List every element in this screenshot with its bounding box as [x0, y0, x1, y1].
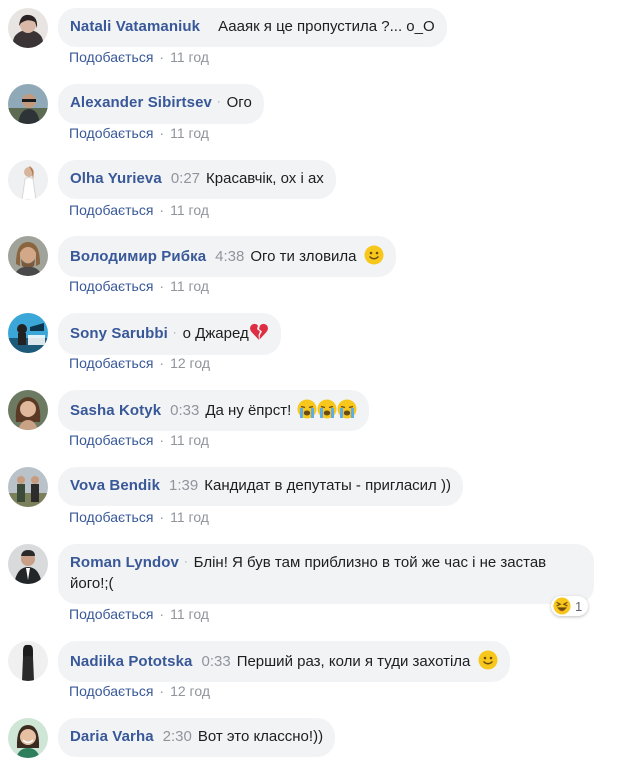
avatar[interactable] — [8, 8, 48, 48]
video-timestamp[interactable]: 2:30 — [163, 728, 192, 745]
comment-text: Кандидат в депутаты - пригласил )) — [204, 477, 451, 494]
crying-emoji-icon — [297, 399, 317, 419]
comment-age[interactable]: 11 год — [170, 606, 209, 622]
comment-meta: Подобається · 11 год — [69, 202, 209, 218]
avatar[interactable] — [8, 236, 48, 276]
comment-text: Ого ти зловила — [250, 248, 357, 265]
comment-meta: Подобається · 11 год — [69, 432, 209, 448]
like-link[interactable]: Подобається — [69, 606, 153, 622]
avatar[interactable] — [8, 390, 48, 430]
comment-author[interactable]: Vova Bendik — [70, 477, 160, 494]
comment-author[interactable]: Natali Vatamaniuk — [70, 18, 200, 35]
comment-author[interactable]: Alexander Sibirtsev — [70, 94, 212, 111]
reaction-count: 1 — [575, 598, 583, 614]
avatar[interactable] — [8, 313, 48, 353]
comment-bubble: Nadiika Pototska 0:33 Перший раз, коли я т… — [58, 641, 510, 682]
comment-age[interactable]: 12 год — [170, 683, 210, 699]
video-timestamp[interactable]: 0:27 — [171, 170, 200, 187]
like-link[interactable]: Подобається — [69, 683, 153, 699]
like-link[interactable]: Подобається — [69, 432, 153, 448]
crying-emoji-icon — [317, 399, 337, 419]
comment-text: Вот это классно!)) — [197, 728, 324, 745]
video-timestamp[interactable]: 4:38 — [215, 248, 244, 265]
comment-meta: Подобається · 12 год — [69, 683, 211, 699]
comment-author[interactable]: Володимир Рибка — [70, 248, 206, 265]
avatar[interactable] — [8, 641, 48, 681]
comment-age[interactable]: 12 год — [170, 355, 210, 371]
comment-bubble: Alexander Sibirtsev · Ого — [58, 84, 264, 124]
separator-dot: · — [172, 327, 177, 339]
like-link[interactable]: Подобається — [69, 509, 153, 525]
comment-bubble: Vova Bendik 1:39 Кандидат в депутаты - при… — [58, 467, 463, 506]
comment-bubble: Roman Lyndov · Блін! Я був там приблизно в… — [58, 544, 594, 604]
comment-meta: Подобається · 11 год — [69, 49, 209, 65]
comment-bubble: Daria Varha 2:30 Вот это классно!)) — [58, 718, 336, 757]
comment-author[interactable]: Roman Lyndov — [70, 554, 179, 571]
crying-emoji-group — [297, 399, 357, 419]
like-link[interactable]: Подобається — [69, 125, 153, 141]
comment-age[interactable]: 11 год — [170, 278, 209, 294]
video-timestamp[interactable]: 1:39 — [169, 477, 198, 494]
comment-bubble: Sony Sarubbi · о Джаред — [58, 313, 281, 355]
comment-meta: Подобається · 11 год — [69, 509, 209, 525]
comment-age[interactable]: 11 год — [170, 202, 209, 218]
comment-author[interactable]: Sony Sarubbi — [70, 325, 168, 342]
comment-meta: Подобається · 12 год — [69, 355, 211, 371]
comment-bubble: Володимир Рибка 4:38 Ого ти зловила — [58, 236, 396, 277]
comment-thread: Natali Vatamaniuk Аааяк я це пропустила ?… — [0, 0, 631, 761]
comment-bubble: Natali Vatamaniuk Аааяк я це пропустила ?… — [58, 8, 447, 47]
comment-text: Красавчік, ох і ах — [206, 170, 324, 187]
comment-text: о Джаред — [182, 325, 249, 342]
haha-reaction-icon — [553, 597, 571, 615]
comment-bubble: Sasha Kotyk 0:33 Да ну ёпрст! — [58, 390, 370, 431]
separator-dot: · — [183, 556, 188, 568]
comment-text: Аааяк я це пропустила ?... о_О — [218, 18, 435, 35]
reaction-summary[interactable]: 1 — [551, 596, 589, 616]
avatar[interactable] — [8, 467, 48, 507]
separator-dot: · — [216, 96, 221, 108]
comment-bubble: Olha Yurieva 0:27 Красавчік, ох і ах — [58, 160, 336, 199]
comment-age[interactable]: 11 год — [170, 509, 209, 525]
avatar[interactable] — [8, 160, 48, 200]
video-timestamp[interactable]: 0:33 — [201, 653, 230, 670]
comment-author[interactable]: Nadiika Pototska — [70, 653, 192, 670]
comment-text: Да ну ёпрст! — [205, 402, 292, 419]
like-link[interactable]: Подобається — [69, 202, 153, 218]
avatar[interactable] — [8, 544, 48, 584]
like-link[interactable]: Подобається — [69, 355, 153, 371]
broken-heart-emoji-icon — [249, 323, 268, 340]
avatar[interactable] — [8, 718, 48, 758]
smile-emoji-icon — [364, 245, 384, 265]
smile-emoji-icon — [478, 650, 498, 670]
avatar[interactable] — [8, 84, 48, 124]
comment-meta: Подобається · 11 год — [69, 125, 209, 141]
like-link[interactable]: Подобається — [69, 49, 153, 65]
comment-meta: Подобається · 11 год — [69, 606, 209, 622]
comment-age[interactable]: 11 год — [170, 125, 209, 141]
comment-author[interactable]: Olha Yurieva — [70, 170, 162, 187]
comment-text: Перший раз, коли я туди захотіла — [236, 653, 471, 670]
video-timestamp[interactable]: 0:33 — [170, 402, 199, 419]
like-link[interactable]: Подобається — [69, 278, 153, 294]
comment-age[interactable]: 11 год — [170, 432, 209, 448]
comment-text: Ого — [226, 94, 252, 111]
comment-meta: Подобається · 11 год — [69, 278, 209, 294]
comment-age[interactable]: 11 год — [170, 49, 209, 65]
comment-author[interactable]: Sasha Kotyk — [70, 402, 161, 419]
crying-emoji-icon — [337, 399, 357, 419]
comment-author[interactable]: Daria Varha — [70, 728, 154, 745]
